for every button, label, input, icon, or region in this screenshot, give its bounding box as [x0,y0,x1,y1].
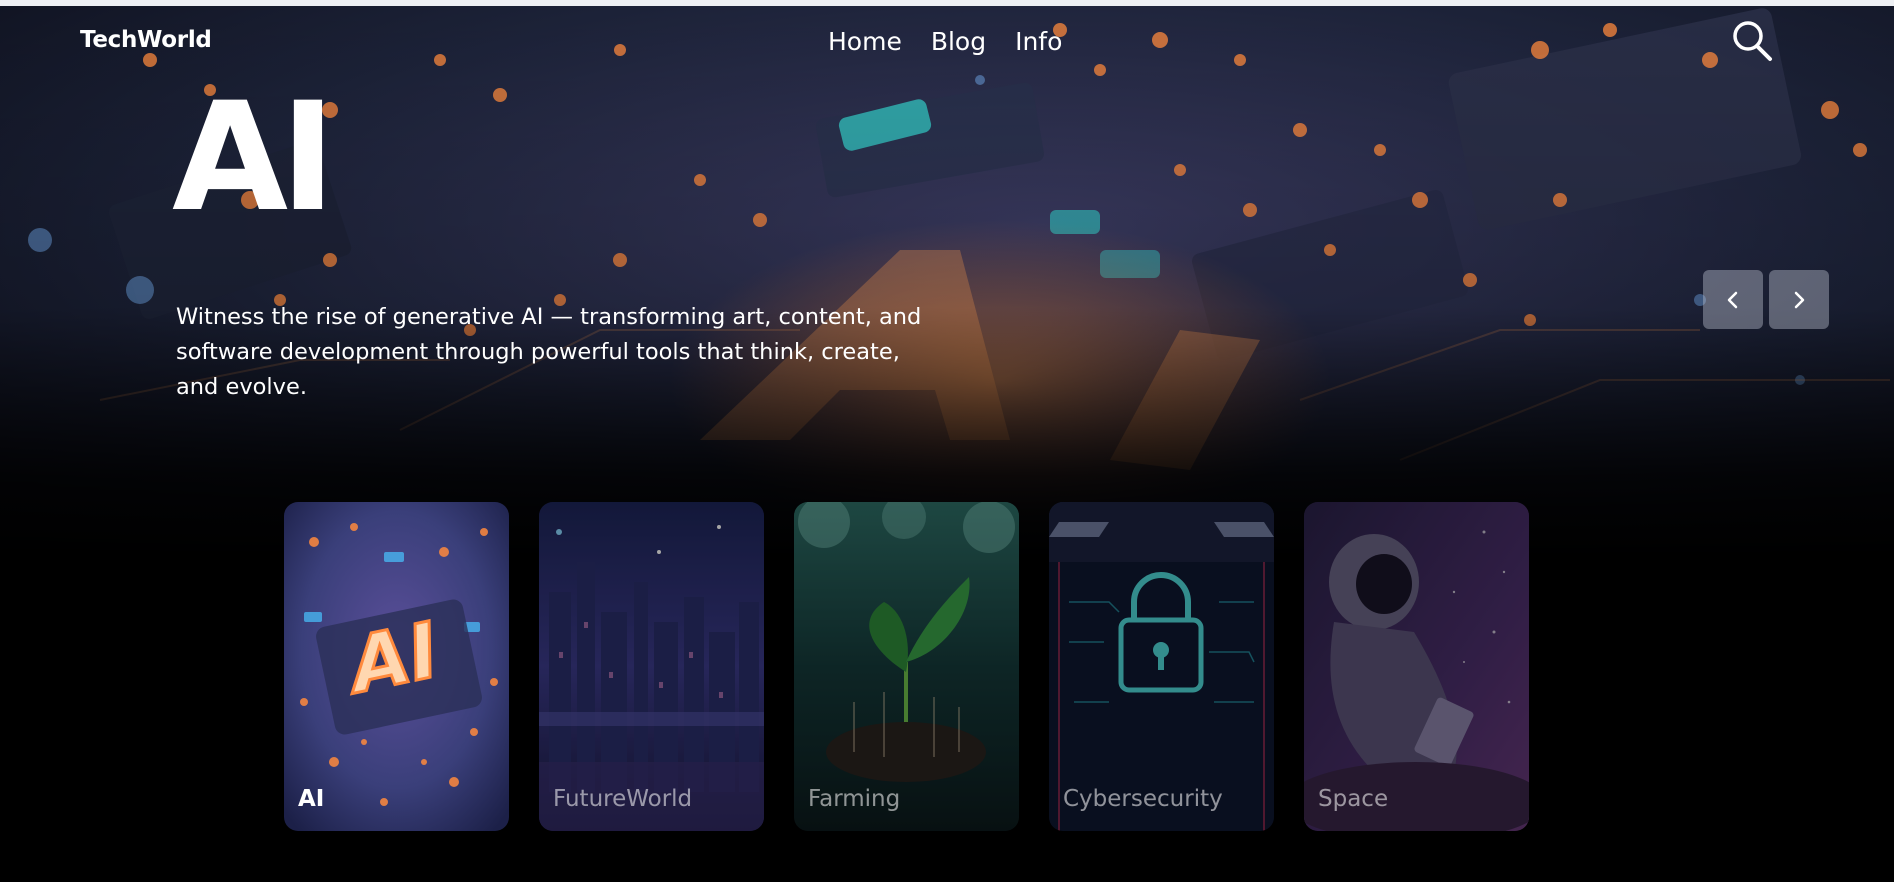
nav-home[interactable]: Home [828,27,902,56]
chevron-right-icon [1794,291,1805,308]
hero-description: Witness the rise of generative AI — tran… [176,304,922,400]
top-strip [0,0,1894,6]
card-futureworld[interactable]: FutureWorld [539,502,764,831]
page: TechWorld Home Blog Info AI Witness the … [0,0,1894,882]
main-nav: Home Blog Info [828,27,1062,56]
slider-next-button[interactable] [1769,270,1829,329]
slider-prev-button[interactable] [1703,270,1763,329]
search-button[interactable] [1730,19,1774,63]
topic-cards: AI AI FutureWorld Farming Cybersecurity … [284,502,1529,831]
card-space[interactable]: Space [1304,502,1529,831]
search-icon [1733,21,1772,61]
nav-info[interactable]: Info [1015,27,1062,56]
card-dim-overlay [1049,502,1274,831]
card-dim-overlay [794,502,1019,831]
nav-blog[interactable]: Blog [931,27,986,56]
card-cybersecurity[interactable]: Cybersecurity [1049,502,1274,831]
chevron-left-icon [1727,291,1738,308]
card-farming[interactable]: Farming [794,502,1019,831]
hero-title: AI [172,71,336,245]
brand-logo[interactable]: TechWorld [80,27,212,53]
card-label: Farming [808,786,901,812]
card-label: AI [298,786,325,812]
card-label: Space [1318,786,1389,812]
card-label: Cybersecurity [1063,786,1223,812]
card-label: FutureWorld [553,786,693,812]
card-dim-overlay [539,502,764,831]
card-ai-image: AI [284,502,509,831]
card-dim-overlay [1304,502,1529,831]
card-ai[interactable]: AI AI [284,502,509,831]
